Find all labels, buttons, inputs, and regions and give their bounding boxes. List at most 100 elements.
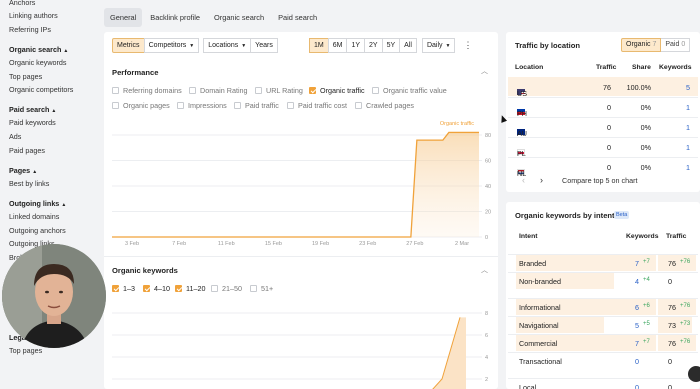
keywords-cell[interactable]: 1 bbox=[686, 123, 690, 132]
metrics-button[interactable]: Metrics bbox=[112, 38, 145, 53]
intent-keywords[interactable]: 0 bbox=[635, 383, 639, 389]
metric-checkbox[interactable]: Organic pages bbox=[112, 101, 170, 110]
metric-checkbox[interactable]: Paid traffic bbox=[234, 101, 279, 110]
sidebar-item[interactable]: Organic search ▲ bbox=[9, 45, 68, 54]
metric-checkbox[interactable]: Paid traffic cost bbox=[287, 101, 347, 110]
table-row[interactable]: Branded 7 +7 76 +76 bbox=[508, 254, 698, 272]
intent-keywords[interactable]: 7 bbox=[635, 339, 639, 348]
sidebar-item[interactable]: Organic competitors bbox=[9, 85, 73, 94]
sidebar-item[interactable]: Linked domains bbox=[9, 212, 59, 221]
competitors-dropdown[interactable]: Competitors ▼ bbox=[143, 38, 200, 53]
tab-organic-search[interactable]: Organic search bbox=[208, 8, 270, 27]
table-row[interactable]: PH 0 0% 1 bbox=[508, 97, 698, 118]
row-divider bbox=[508, 97, 698, 98]
y-tick-label: 40 bbox=[485, 184, 491, 190]
sidebar-item[interactable]: Outgoing links ▲ bbox=[9, 199, 66, 208]
intent-keywords[interactable]: 0 bbox=[635, 357, 639, 366]
tab-backlink-profile[interactable]: Backlink profile bbox=[144, 8, 206, 27]
intent-keywords[interactable]: 6 bbox=[635, 303, 639, 312]
years-button[interactable]: Years bbox=[250, 38, 278, 53]
collapse-chevron-icon[interactable]: ︿ bbox=[481, 265, 488, 275]
checkbox-empty-icon bbox=[177, 102, 184, 109]
metric-checkbox[interactable]: Organic traffic bbox=[309, 86, 365, 95]
intent-keywords[interactable]: 4 bbox=[635, 277, 639, 286]
sidebar-item[interactable]: Referring IPs bbox=[9, 25, 51, 34]
tab-paid-search[interactable]: Paid search bbox=[272, 8, 323, 27]
metric-checkbox[interactable]: Referring domains bbox=[112, 86, 182, 95]
sidebar-item[interactable]: Pages ▲ bbox=[9, 166, 37, 175]
compare-top5-link[interactable]: Compare top 5 on chart bbox=[562, 176, 638, 185]
table-row[interactable]: Navigational 5 +5 73 +73 bbox=[508, 316, 698, 334]
metric-checkbox[interactable]: Domain Rating bbox=[189, 86, 248, 95]
range-6m-button[interactable]: 6M bbox=[327, 38, 348, 53]
table-row[interactable]: Commercial 7 +7 76 +76 bbox=[508, 334, 698, 352]
keywords-cell[interactable]: 1 bbox=[686, 163, 690, 172]
next-arrow-icon[interactable]: › bbox=[540, 175, 543, 185]
range-1m-button[interactable]: 1M bbox=[309, 38, 329, 53]
table-row[interactable]: NL 0 0% 1 bbox=[508, 157, 698, 178]
metric-checkbox[interactable]: 11–20 bbox=[175, 284, 205, 293]
table-row[interactable]: AU 0 0% 1 bbox=[508, 117, 698, 138]
sidebar-item-label: Ads bbox=[9, 132, 22, 141]
performance-chart: 0 20 40 60 80 3 Feb 7 Feb 11 Feb 15 Feb 19 Feb 23 … bbox=[112, 121, 491, 247]
sidebar-item[interactable]: Top pages bbox=[9, 72, 42, 81]
table-row[interactable]: Informational 6 +6 76 +76 bbox=[508, 298, 698, 316]
table-row[interactable]: Non-branded 4 +4 0 bbox=[508, 272, 698, 290]
metric-checkbox[interactable]: 1–3 bbox=[112, 284, 135, 293]
metric-checkbox[interactable]: 21–50 bbox=[211, 284, 242, 293]
metric-checkbox[interactable]: Organic traffic value bbox=[372, 86, 447, 95]
sidebar-item[interactable]: Linking authors bbox=[9, 11, 58, 20]
intent-keywords[interactable]: 5 bbox=[635, 321, 639, 330]
sidebar-item-label: Outgoing links bbox=[9, 199, 60, 208]
checkbox-label: Impressions bbox=[188, 101, 227, 110]
checkbox-checked-icon bbox=[143, 285, 150, 292]
more-menu-icon[interactable]: ⋮ bbox=[463, 38, 472, 53]
x-tick-label: 19 Feb bbox=[312, 241, 329, 247]
sidebar-item[interactable]: Outgoing anchors bbox=[9, 226, 66, 235]
range-2y-button[interactable]: 2Y bbox=[364, 38, 383, 53]
x-tick-label: 15 Feb bbox=[265, 241, 282, 247]
checkbox-label: Crawled pages bbox=[366, 101, 414, 110]
metric-checkbox[interactable]: Impressions bbox=[177, 101, 227, 110]
paid-toggle-button[interactable]: Paid 0 bbox=[661, 38, 691, 52]
x-tick-label: 7 Feb bbox=[172, 241, 186, 247]
intent-name: Branded bbox=[519, 259, 547, 268]
range-all-button[interactable]: All bbox=[399, 38, 417, 53]
traffic-cell: 0 bbox=[607, 163, 611, 172]
organic-toggle-button[interactable]: Organic 7 bbox=[621, 38, 662, 52]
metric-checkbox[interactable]: Crawled pages bbox=[355, 101, 414, 110]
sidebar-item[interactable]: Paid search ▲ bbox=[9, 105, 56, 114]
x-tick-label: 23 Feb bbox=[359, 241, 376, 247]
prev-arrow-icon[interactable]: ‹ bbox=[522, 175, 525, 185]
metric-checkbox[interactable]: 51+ bbox=[250, 284, 273, 293]
table-row[interactable]: Transactional 0 0 bbox=[508, 352, 698, 370]
sidebar-item-label: Top pages bbox=[9, 346, 43, 355]
sidebar-item[interactable]: Paid keywords bbox=[9, 118, 56, 127]
collapse-chevron-icon[interactable]: ︿ bbox=[481, 66, 488, 76]
keywords-cell[interactable]: 1 bbox=[686, 143, 690, 152]
table-row[interactable]: Local 0 0 bbox=[508, 378, 698, 389]
sidebar-item[interactable]: Paid pages bbox=[9, 146, 45, 155]
range-1y-button[interactable]: 1Y bbox=[346, 38, 366, 53]
table-row[interactable]: US 76 100.0% 5 bbox=[508, 77, 698, 98]
sidebar-item[interactable]: Organic keywords bbox=[9, 58, 67, 67]
sidebar-item[interactable]: Top pages bbox=[9, 346, 42, 355]
metric-checkbox[interactable]: 4–10 bbox=[143, 284, 170, 293]
locations-dropdown[interactable]: Locations ▼ bbox=[203, 38, 252, 53]
help-chat-icon[interactable] bbox=[688, 366, 700, 382]
granularity-dropdown[interactable]: Daily ▼ bbox=[421, 38, 456, 53]
keywords-cell[interactable]: 1 bbox=[686, 103, 690, 112]
range-5y-button[interactable]: 5Y bbox=[381, 38, 401, 53]
intent-keywords[interactable]: 7 bbox=[635, 259, 639, 268]
sidebar-item[interactable]: Anchors bbox=[9, 0, 35, 7]
metric-checkbox[interactable]: URL Rating bbox=[255, 86, 303, 95]
keywords-cell[interactable]: 5 bbox=[686, 83, 690, 92]
checkbox-label: Paid traffic cost bbox=[298, 101, 348, 110]
tab-general[interactable]: General bbox=[104, 8, 143, 27]
table-row[interactable]: PL 0 0% 1 bbox=[508, 137, 698, 158]
sidebar-item[interactable]: Ads bbox=[9, 132, 21, 141]
intent-name: Local bbox=[519, 383, 537, 389]
x-tick-label: 11 Feb bbox=[218, 241, 235, 247]
checkbox-checked-icon bbox=[309, 87, 316, 94]
sidebar-item[interactable]: Best by links bbox=[9, 179, 49, 188]
